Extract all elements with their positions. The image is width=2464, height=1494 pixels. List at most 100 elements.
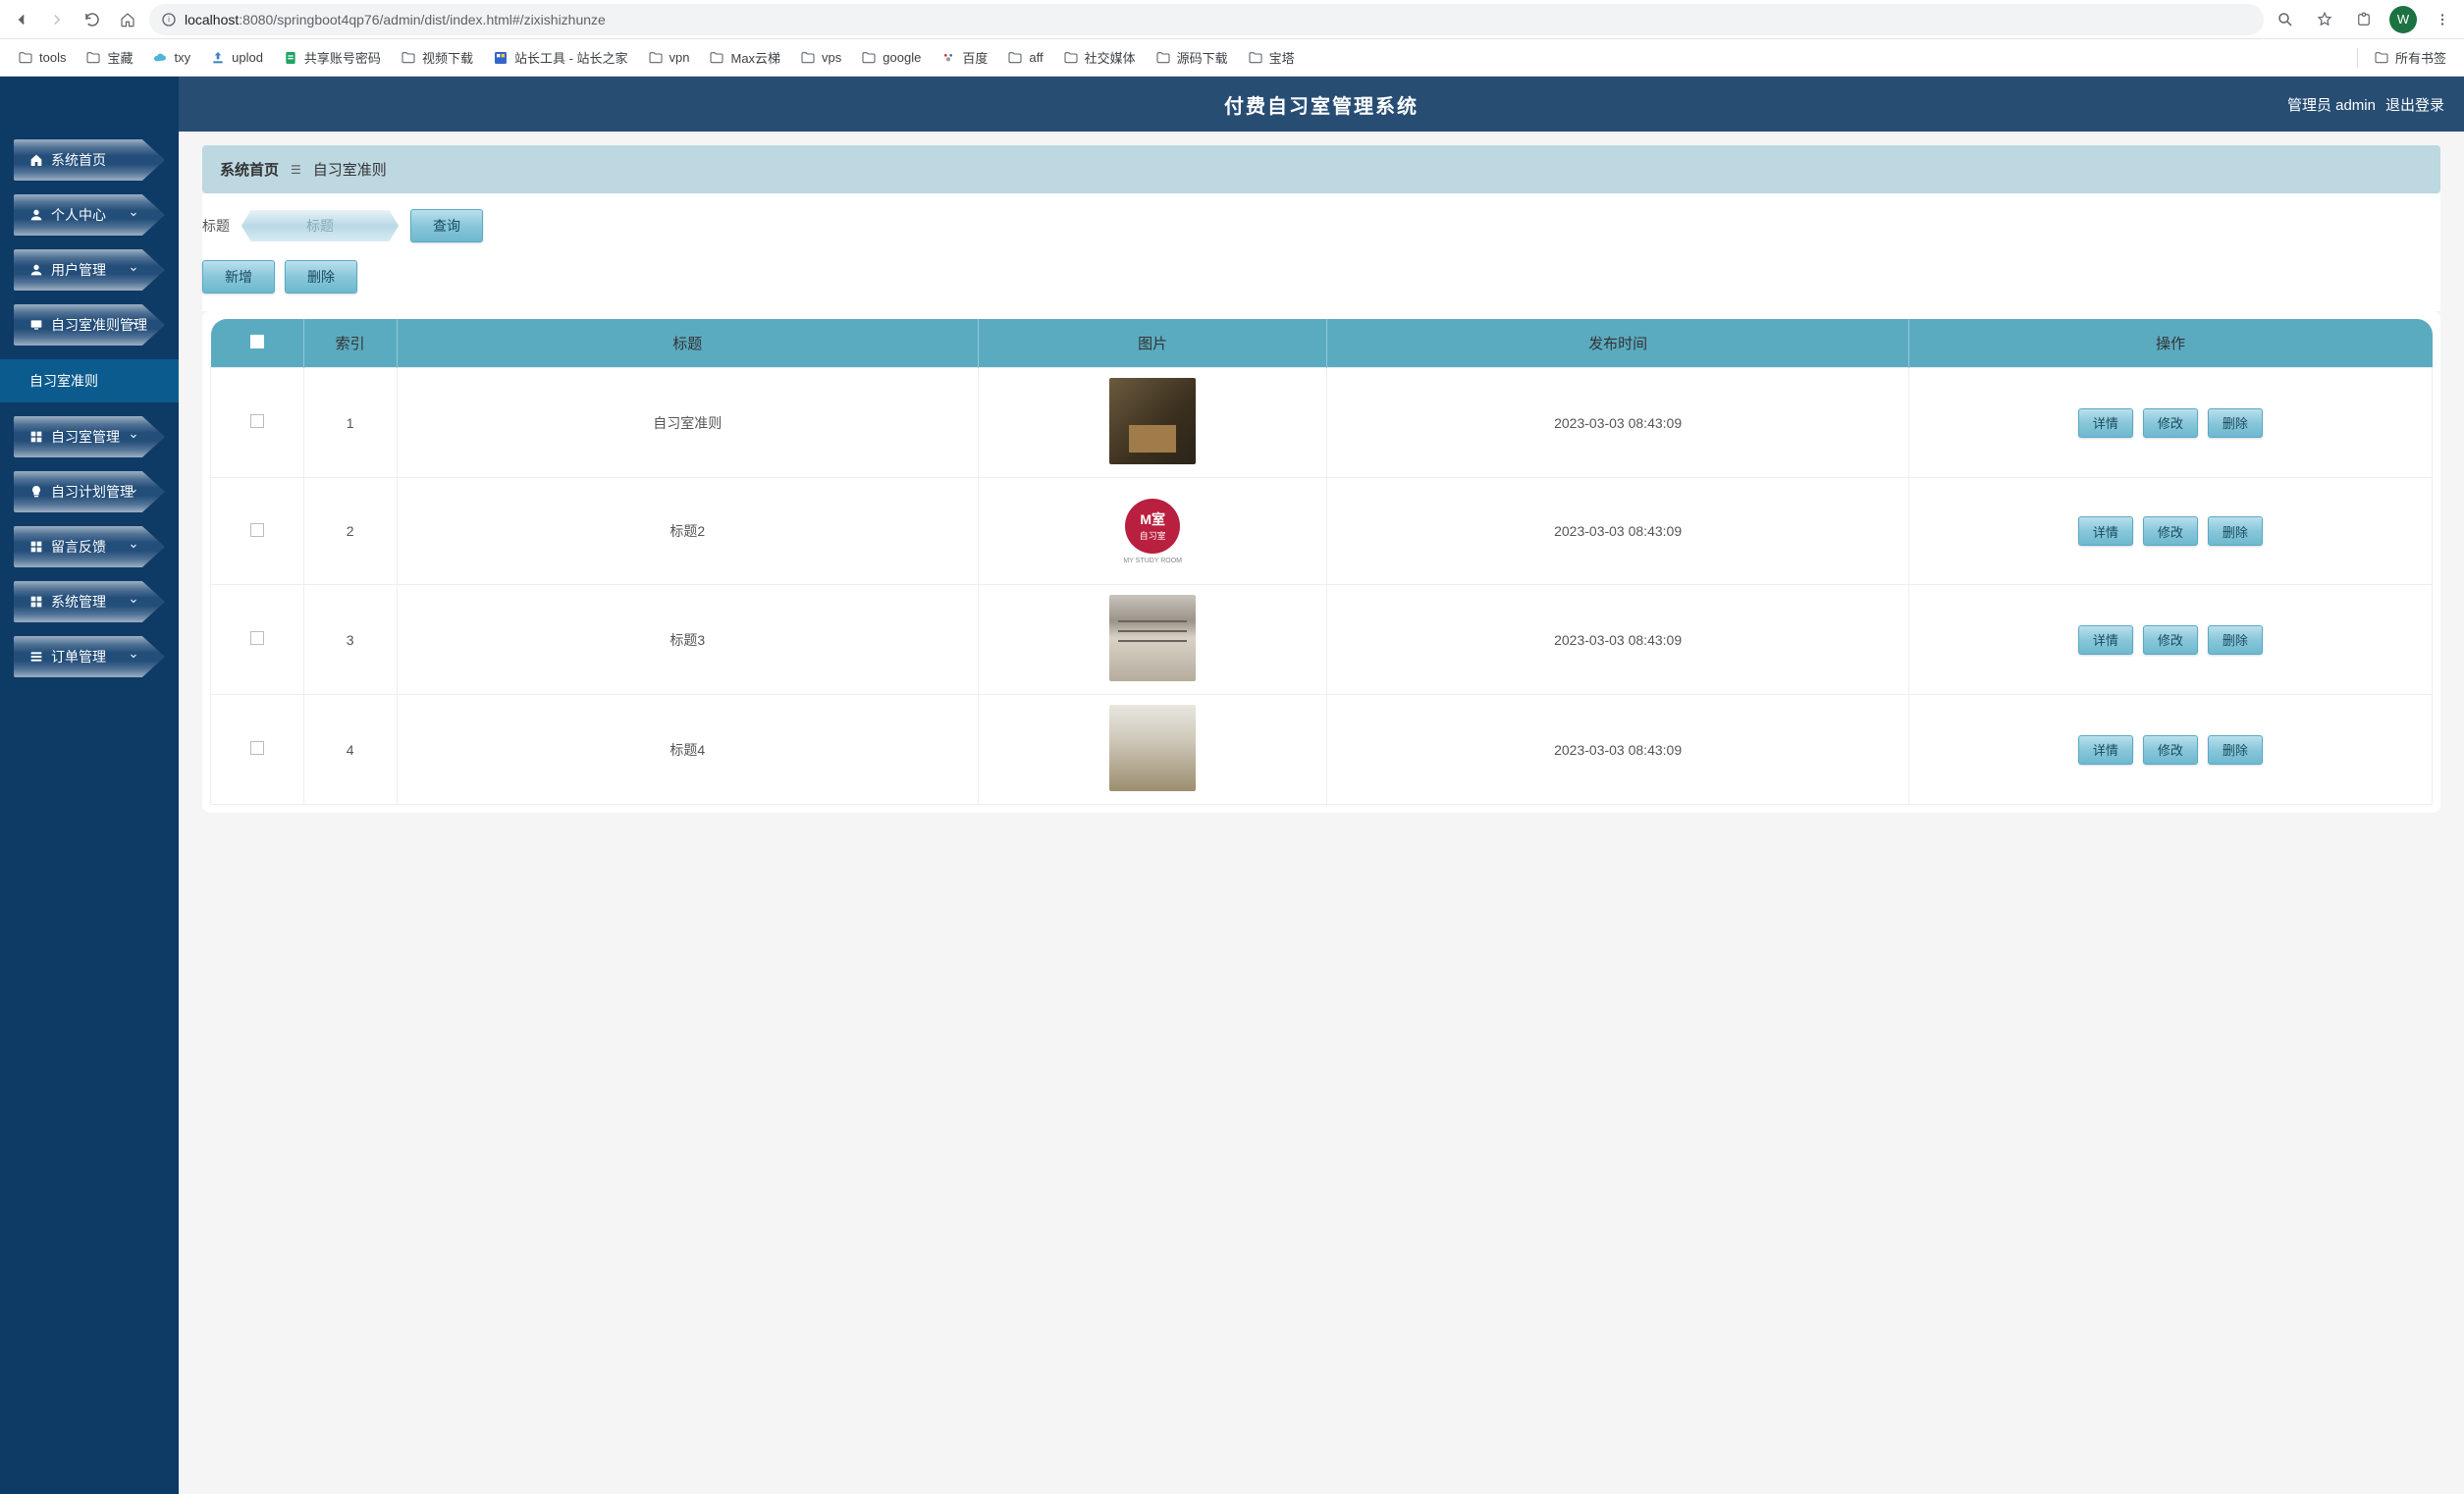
- main-area: 付费自习室管理系统 管理员 admin 退出登录 系统首页 ☰ 自习室准则 标题…: [179, 77, 2464, 1494]
- detail-button[interactable]: 详情: [2078, 735, 2133, 765]
- bookmark-item[interactable]: 宝藏: [78, 44, 140, 71]
- device-icon: [27, 316, 45, 334]
- bookmark-item[interactable]: vps: [792, 46, 849, 70]
- topbar: 付费自习室管理系统 管理员 admin 退出登录: [179, 77, 2464, 132]
- folder-icon: [800, 50, 816, 66]
- info-icon: i: [161, 12, 177, 27]
- row-time: 2023-03-03 08:43:09: [1327, 368, 1908, 478]
- bookmark-label: 社交媒体: [1085, 48, 1136, 67]
- puzzle-icon: [2355, 11, 2373, 28]
- bookmark-label: 所有书签: [2395, 48, 2446, 67]
- arrow-left-icon: [13, 11, 30, 28]
- folder-icon: [1063, 50, 1079, 66]
- row-delete-button[interactable]: 删除: [2208, 408, 2263, 438]
- bookmark-item[interactable]: uplod: [202, 46, 271, 70]
- edit-button[interactable]: 修改: [2143, 516, 2198, 546]
- sidebar-item-label: 用户管理: [51, 260, 106, 280]
- bookmark-item[interactable]: google: [853, 46, 929, 70]
- row-checkbox[interactable]: [250, 523, 264, 537]
- search-input[interactable]: [241, 210, 399, 241]
- row-checkbox[interactable]: [250, 741, 264, 755]
- back-button[interactable]: [8, 6, 35, 33]
- star-icon: [2316, 11, 2333, 28]
- bookmark-item[interactable]: tools: [10, 46, 74, 70]
- row-checkbox[interactable]: [250, 631, 264, 645]
- bookmark-item[interactable]: 站长工具 - 站长之家: [485, 44, 636, 71]
- edit-button[interactable]: 修改: [2143, 625, 2198, 655]
- row-title: 自习室准则: [397, 368, 978, 478]
- home-button[interactable]: [114, 6, 141, 33]
- search-zone: 标题 查询: [202, 193, 2440, 260]
- data-table: 索引 标题 图片 发布时间 操作 1自习室准则2023-03-03 08:43:…: [210, 319, 2433, 805]
- row-delete-button[interactable]: 删除: [2208, 735, 2263, 765]
- row-actions: 详情修改删除: [1908, 478, 2432, 585]
- row-delete-button[interactable]: 删除: [2208, 625, 2263, 655]
- sidebar-item[interactable]: 留言反馈: [14, 526, 165, 567]
- sidebar-sub-item[interactable]: 自习室准则: [0, 359, 179, 402]
- home-icon: [119, 11, 136, 28]
- menu-button[interactable]: [2429, 6, 2456, 33]
- breadcrumb-home[interactable]: 系统首页: [220, 159, 279, 180]
- sidebar-item[interactable]: 用户管理: [14, 249, 165, 291]
- add-button[interactable]: 新增: [202, 260, 275, 293]
- sidebar-item[interactable]: 订单管理: [14, 636, 165, 677]
- forward-button[interactable]: [43, 6, 71, 33]
- row-index: 2: [303, 478, 397, 585]
- row-checkbox[interactable]: [250, 414, 264, 428]
- folder-icon: [1007, 50, 1023, 66]
- edit-button[interactable]: 修改: [2143, 735, 2198, 765]
- sidebar-item[interactable]: 自习室管理: [14, 416, 165, 457]
- chevron-down-icon: [128, 429, 139, 445]
- row-time: 2023-03-03 08:43:09: [1327, 478, 1908, 585]
- detail-button[interactable]: 详情: [2078, 516, 2133, 546]
- edit-button[interactable]: 修改: [2143, 408, 2198, 438]
- grid-icon: [27, 593, 45, 611]
- header-action: 操作: [1908, 319, 2432, 368]
- bookmark-all[interactable]: 所有书签: [2366, 44, 2454, 71]
- bookmark-item[interactable]: Max云梯: [701, 44, 788, 71]
- sidebar-item[interactable]: 自习计划管理: [14, 471, 165, 512]
- bookmark-item[interactable]: 共享账号密码: [275, 44, 389, 71]
- profile-avatar[interactable]: W: [2389, 6, 2417, 33]
- list-icon: [27, 648, 45, 666]
- sidebar-item[interactable]: 自习室准则管理: [14, 304, 165, 346]
- detail-button[interactable]: 详情: [2078, 625, 2133, 655]
- detail-button[interactable]: 详情: [2078, 408, 2133, 438]
- url-bar[interactable]: i localhost:8080/springboot4qp76/admin/d…: [149, 4, 2264, 35]
- bookmark-item[interactable]: 宝塔: [1240, 44, 1303, 71]
- bookmark-item[interactable]: 源码下载: [1148, 44, 1236, 71]
- sidebar-item[interactable]: 系统管理: [14, 581, 165, 622]
- bookmark-item[interactable]: 百度: [933, 44, 995, 71]
- bookmark-item[interactable]: 社交媒体: [1055, 44, 1144, 71]
- bookmark-star-button[interactable]: [2311, 6, 2338, 33]
- row-title: 标题4: [397, 695, 978, 805]
- chevron-down-icon: [128, 649, 139, 665]
- sidebar: 系统首页个人中心用户管理自习室准则管理自习室准则自习室管理自习计划管理留言反馈系…: [0, 77, 179, 1494]
- bookmark-item[interactable]: txy: [144, 46, 198, 70]
- reload-button[interactable]: [79, 6, 106, 33]
- table-row: 2标题2M室自习室MY STUDY ROOM2023-03-03 08:43:0…: [211, 478, 2433, 585]
- folder-icon: [401, 50, 416, 66]
- bookmark-label: google: [883, 50, 921, 65]
- divider: [2357, 48, 2358, 68]
- bookmark-label: 百度: [962, 48, 988, 67]
- app-root: 系统首页个人中心用户管理自习室准则管理自习室准则自习室管理自习计划管理留言反馈系…: [0, 77, 2464, 1494]
- logout-link[interactable]: 退出登录: [2385, 94, 2444, 115]
- row-thumbnail: M室自习室MY STUDY ROOM: [1109, 488, 1196, 574]
- sidebar-item[interactable]: 个人中心: [14, 194, 165, 236]
- bookmark-item[interactable]: vpn: [640, 46, 698, 70]
- sidebar-item[interactable]: 系统首页: [14, 139, 165, 181]
- bookmark-item[interactable]: aff: [999, 46, 1050, 70]
- zoom-button[interactable]: [2272, 6, 2299, 33]
- row-image: [978, 368, 1326, 478]
- row-index: 4: [303, 695, 397, 805]
- row-delete-button[interactable]: 删除: [2208, 516, 2263, 546]
- query-button[interactable]: 查询: [410, 209, 483, 242]
- bookmark-item[interactable]: 视频下载: [393, 44, 481, 71]
- delete-button[interactable]: 删除: [285, 260, 357, 293]
- topbar-user[interactable]: 管理员 admin: [2287, 94, 2376, 115]
- folder-icon: [1155, 50, 1171, 66]
- sidebar-item-label: 系统管理: [51, 592, 106, 612]
- extensions-button[interactable]: [2350, 6, 2378, 33]
- header-checkbox[interactable]: [211, 319, 304, 368]
